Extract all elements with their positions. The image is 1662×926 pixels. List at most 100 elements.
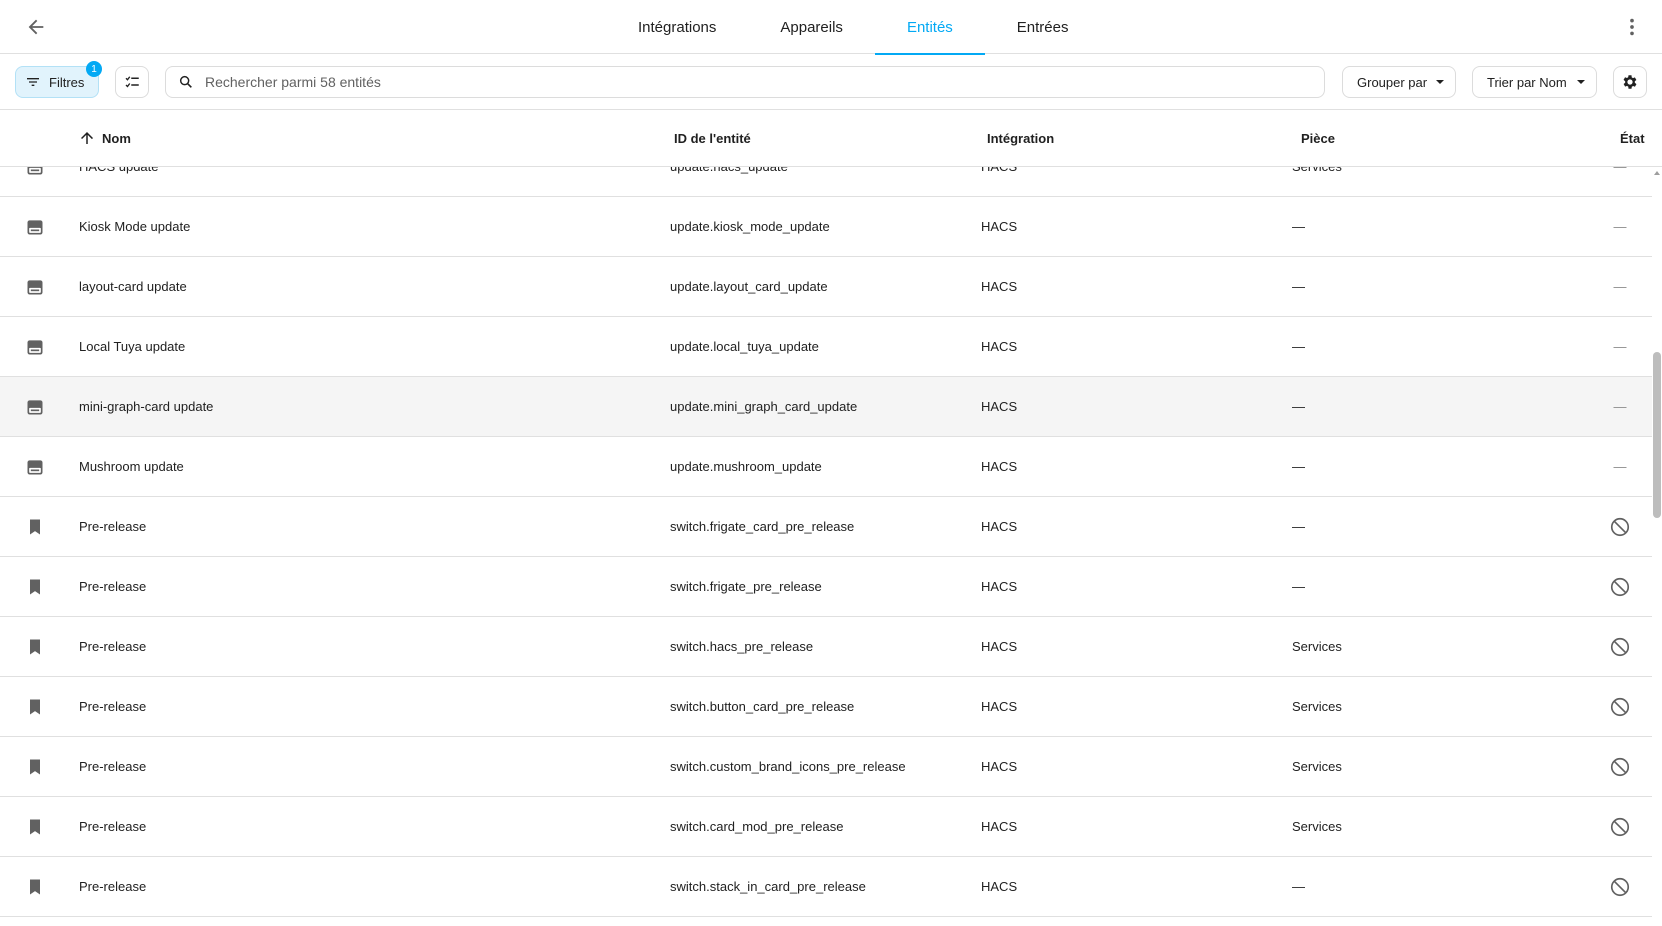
package-update-icon [24,377,46,436]
entity-id-cell: update.mini_graph_card_update [670,399,858,414]
integration-cell: HACS [981,819,1018,834]
scrollbar-thumb[interactable] [1653,352,1661,518]
status-cell: — [1613,399,1627,414]
group-by-button[interactable]: Grouper par [1342,66,1456,98]
area-cell: Services [1292,699,1342,714]
entity-name-cell: Pre-release [79,759,147,774]
integration-cell: HACS [981,459,1018,474]
arrow-left-icon [28,19,44,35]
filter-count-badge: 1 [86,61,102,77]
disabled-icon [1606,617,1634,676]
table-row[interactable]: Local Tuya update update.local_tuya_updat… [0,317,1652,377]
column-header-integration[interactable]: Intégration [987,110,1054,166]
entity-name-cell: Mushroom update [79,459,184,474]
package-update-icon [24,317,46,376]
bookmark-icon [24,797,46,856]
table-settings-button[interactable] [1613,66,1647,98]
table-row[interactable]: Pre-release switch.stack_in_card_pre_rele… [0,857,1652,917]
entity-name-cell: mini-graph-card update [79,399,214,414]
column-header-status[interactable]: État [1620,110,1645,166]
bookmark-icon [24,857,46,916]
disabled-icon [1606,737,1634,796]
table-row[interactable]: Kiosk Mode update update.kiosk_mode_updat… [0,197,1652,257]
entity-id-cell: switch.frigate_pre_release [670,579,822,594]
entity-name-cell: Pre-release [79,579,147,594]
area-cell: — [1292,579,1305,594]
area-cell: Services [1292,759,1342,774]
entity-name-cell: Pre-release [79,699,147,714]
tab-integrations[interactable]: Intégrations [606,0,748,54]
area-cell: — [1292,879,1305,894]
overflow-menu-button[interactable] [1614,9,1650,45]
config-tabs: Intégrations Appareils Entités Entrées [606,0,1101,55]
entity-id-cell: switch.card_mod_pre_release [670,819,844,834]
entity-id-cell: update.layout_card_update [670,279,828,294]
bookmark-icon [24,677,46,736]
table-row[interactable]: Pre-release switch.frigate_pre_release HAC… [0,557,1652,617]
package-update-icon [24,257,46,316]
filters-label: Filtres [49,74,85,90]
integration-cell: HACS [981,219,1018,234]
entity-name-cell: layout-card update [79,279,187,294]
table-row[interactable]: HACS update update.hacs_update HACS Service… [0,167,1652,197]
column-header-name[interactable]: Nom [78,110,131,166]
table-row[interactable]: Pre-release switch.hacs_pre_release HACS Se… [0,617,1652,677]
disabled-icon [1606,497,1634,556]
filters-button[interactable]: Filtres 1 [15,61,102,98]
column-header-entity-id[interactable]: ID de l'entité [674,110,751,166]
tab-devices[interactable]: Appareils [748,0,875,54]
entity-id-cell: switch.hacs_pre_release [670,639,814,654]
integration-cell: HACS [981,519,1018,534]
menu-down-icon [1577,80,1585,84]
area-cell: — [1292,279,1305,294]
status-cell: — [1613,339,1627,354]
search-input[interactable] [205,74,1305,90]
entity-name-cell: HACS update [79,167,159,196]
table-row[interactable]: layout-card update update.layout_card_upd… [0,257,1652,317]
table-row[interactable]: mini-graph-card update update.mini_graph_… [0,377,1652,437]
search-field[interactable] [165,66,1325,98]
entity-name-cell: Local Tuya update [79,339,186,354]
entity-name-cell: Kiosk Mode update [79,219,191,234]
entity-name-cell: Pre-release [79,519,147,534]
entity-id-cell: switch.button_card_pre_release [670,699,855,714]
disabled-icon [1606,677,1634,736]
column-header-area[interactable]: Pièce [1301,110,1335,166]
bookmark-icon [24,497,46,556]
tab-entities[interactable]: Entités [874,0,985,55]
filter-variant-icon [27,78,39,86]
vertical-scrollbar[interactable] [1652,167,1662,926]
integration-cell: HACS [981,879,1018,894]
sort-by-label: Trier par Nom [1487,74,1567,90]
table-row[interactable]: Pre-release switch.button_card_pre_releas… [0,677,1652,737]
entity-id-cell: update.mushroom_update [670,459,822,474]
area-cell: — [1292,459,1305,474]
table-body: HACS update update.hacs_update HACS Service… [0,167,1652,926]
order-checkbox-icon [125,76,139,88]
sort-by-button[interactable]: Trier par Nom [1472,66,1597,98]
arrow-up-icon [81,132,93,144]
entity-id-cell: update.kiosk_mode_update [670,219,830,234]
integration-cell: HACS [981,167,1017,196]
tab-helpers[interactable]: Entrées [985,0,1101,54]
entity-id-cell: switch.custom_brand_icons_pre_release [670,759,906,774]
status-cell: — [1606,167,1634,196]
data-table-toolbar: Filtres 1 Grouper par Trier par Nom [0,55,1662,110]
entity-name-cell: Pre-release [79,639,147,654]
back-button[interactable] [18,9,54,45]
entity-name-cell: Pre-release [79,819,147,834]
package-update-icon [24,197,46,256]
scroll-up-arrow[interactable] [1654,171,1660,175]
entity-name-cell: Pre-release [79,879,147,894]
dots-vertical-icon [1630,18,1634,36]
integration-cell: HACS [981,759,1018,774]
disabled-icon [1606,557,1634,616]
selection-mode-button[interactable] [115,66,149,98]
top-app-bar: Intégrations Appareils Entités Entrées [0,0,1662,55]
integration-cell: HACS [981,339,1018,354]
table-row[interactable]: Pre-release switch.frigate_card_pre_relea… [0,497,1652,557]
menu-down-icon [1436,80,1444,84]
table-row[interactable]: Pre-release switch.custom_brand_icons_pre… [0,737,1652,797]
table-row[interactable]: Mushroom update update.mushroom_update HAC… [0,437,1652,497]
table-row[interactable]: Pre-release switch.card_mod_pre_release HA… [0,797,1652,857]
